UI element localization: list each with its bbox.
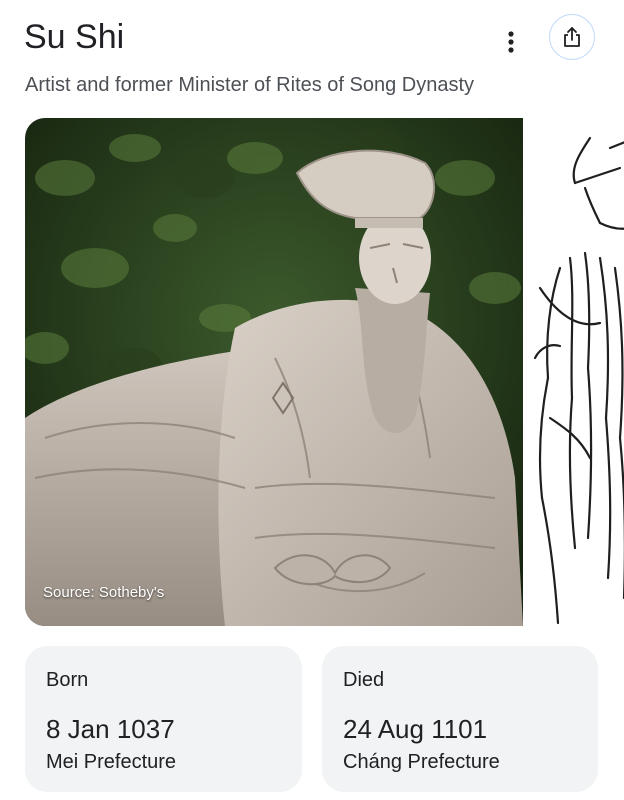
vertical-dots-icon bbox=[508, 31, 514, 53]
image-carousel[interactable]: Source: Sotheby's bbox=[25, 118, 624, 626]
born-label: Born bbox=[46, 669, 89, 691]
died-date: 24 Aug 1101 bbox=[343, 714, 488, 744]
more-options-button[interactable] bbox=[496, 22, 526, 62]
born-place: Mei Prefecture bbox=[46, 751, 177, 773]
died-fact-card[interactable]: Died 24 Aug 1101 Cháng Prefecture bbox=[322, 646, 598, 792]
born-date: 8 Jan 1037 bbox=[46, 714, 175, 744]
share-button[interactable] bbox=[549, 14, 595, 60]
image-source-caption: Source: Sotheby's bbox=[43, 584, 165, 601]
portrait-drawing[interactable] bbox=[530, 118, 624, 626]
born-fact-card[interactable]: Born 8 Jan 1037 Mei Prefecture bbox=[25, 646, 302, 792]
knowledge-panel: Su Shi Artist and former Minister of Rit… bbox=[0, 0, 624, 800]
entity-description: Artist and former Minister of Rites of S… bbox=[25, 74, 475, 96]
page-title: Su Shi bbox=[24, 18, 125, 56]
died-label: Died bbox=[343, 669, 385, 691]
statue-photo[interactable]: Source: Sotheby's bbox=[25, 118, 523, 626]
died-place: Cháng Prefecture bbox=[343, 751, 500, 773]
share-icon bbox=[564, 27, 580, 47]
